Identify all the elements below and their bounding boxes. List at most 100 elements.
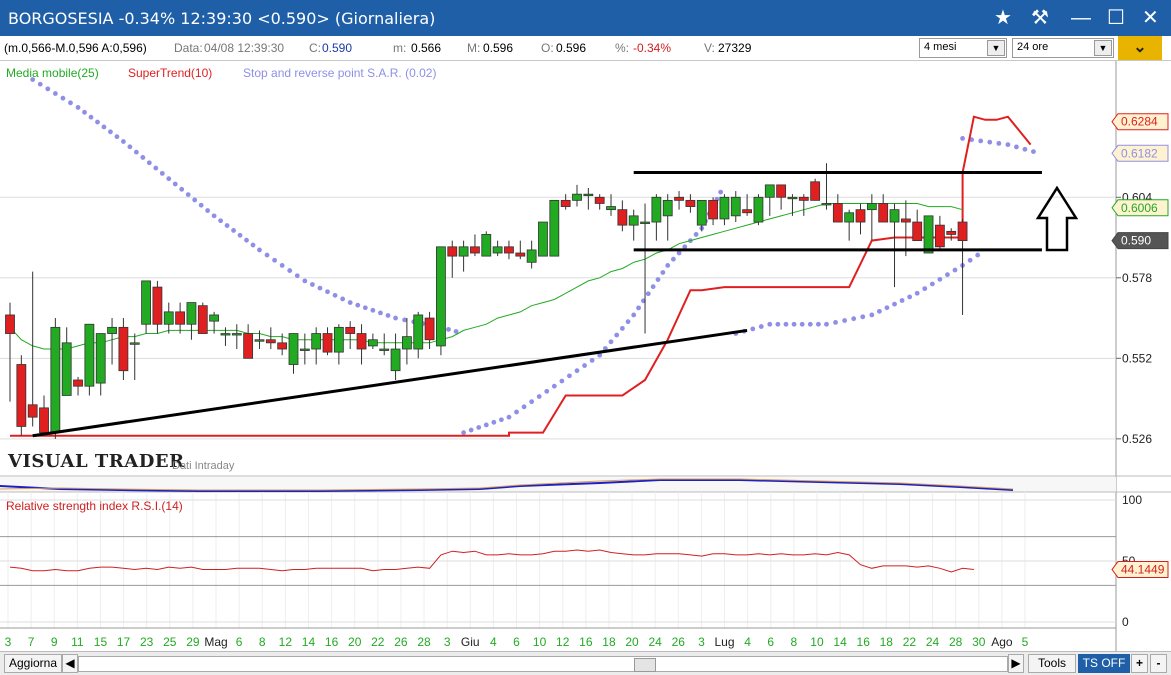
candle-body [84,323,95,387]
candle-body [5,314,15,334]
horizontal-scrollbar[interactable] [78,656,1008,672]
sar-dot [185,192,191,198]
candle-body [470,246,480,254]
sar-dot [877,308,882,314]
price-tick-label: 0.526 [1122,432,1152,446]
sar-dot [645,291,651,297]
sar-dot [491,419,497,425]
sar-dot [231,228,236,233]
candle-body [764,184,775,198]
sar-dot [807,321,813,327]
sar-dot [279,263,285,268]
candle-body [628,215,639,226]
x-tick-label: 16 [857,635,871,649]
x-tick-label: 17 [117,635,131,649]
x-tick-label: 26 [672,635,686,649]
sar-dot [899,298,905,303]
sar-dot [257,247,262,253]
price-badge-label: 0.6006 [1121,201,1158,215]
sar-dot [815,321,821,327]
sar-dot [218,218,224,224]
visual-trader-logo: VISUAL TRADER [8,451,185,472]
sar-dot [718,189,724,195]
aggiorna-button[interactable]: Aggiorna [4,654,62,673]
candle [197,302,208,334]
sar-dot [244,237,249,243]
sar-dot [799,321,805,327]
x-tick-label: 6 [513,635,520,649]
scrollbar-thumb[interactable] [634,658,656,672]
sar-dot [975,252,981,258]
candle-body [810,181,821,201]
x-tick-label: 6 [767,635,774,649]
x-tick-label: 11 [71,635,84,649]
sar-dot [393,315,398,321]
sar-dot [385,313,391,318]
scroll-left-button[interactable]: ◀ [62,654,78,673]
zoom-in-button[interactable]: + [1131,654,1148,673]
sar-dot [211,213,217,219]
candle-body [821,203,832,206]
candle-body [889,209,900,223]
candle-body [685,199,696,207]
sar-dot [108,129,113,135]
sar-dot [60,95,66,101]
x-tick-label: 29 [186,635,200,649]
rsi-label: Relative strength index R.S.I.(14) [6,499,183,513]
candle-body [651,196,662,223]
rsi-badge-label: 44.1449 [1121,563,1165,577]
legend-sar: Stop and reverse point S.A.R. (0.02) [243,66,437,80]
x-tick-label: Giu [461,635,480,649]
sar-dot [402,317,408,323]
x-tick-label: 24 [926,635,940,649]
sar-dot [476,425,482,430]
candle-body [356,333,367,350]
sar-dot [937,276,943,282]
x-tick-label: Lug [715,635,735,649]
sar-dot [1031,149,1036,154]
candle-body [538,221,548,257]
scroll-right-button[interactable]: ▶ [1008,654,1024,673]
x-tick-label: 3 [5,635,12,649]
candle-body [277,342,288,350]
candle-body [719,196,730,220]
sar-dot [582,363,587,368]
sar-dot [884,305,890,311]
candle-body [243,333,254,359]
x-tick-label: 3 [444,635,451,649]
sar-dot [287,268,293,273]
candle-body [141,280,151,325]
candle [549,199,560,257]
sar-dot [294,273,300,279]
sar-dot [45,86,51,92]
sar-dot [791,321,797,327]
zoom-out-button[interactable]: - [1150,654,1167,673]
sar-dot [952,267,958,273]
price-chart[interactable]: 0.6040.5780.5520.526 0.62840.61820.60060… [0,0,1171,651]
candle-body [730,196,741,217]
ts-off-button[interactable]: TS OFF [1078,654,1130,673]
sar-dot [121,139,126,144]
x-tick-label: 18 [880,635,894,649]
candle-body [436,246,446,347]
sar-dot [250,242,256,248]
sar-dot [693,232,699,237]
sar-dot [559,378,565,384]
x-tick-label: Ago [991,635,1013,649]
x-tick-label: 26 [394,635,408,649]
x-tick-label: 10 [810,635,824,649]
x-tick-label: 30 [972,635,986,649]
candle-body [39,407,49,434]
candle-body [855,209,866,223]
candle-body [345,326,356,334]
sar-dot [544,388,550,394]
price-badge-label: 0.590 [1121,234,1151,248]
candle [923,215,934,254]
candle-body [333,326,344,353]
sar-dot [514,409,519,415]
x-tick-label: 25 [163,635,177,649]
candle-body [61,342,72,396]
tools-button[interactable]: Tools [1028,654,1076,673]
candle [118,318,129,380]
sar-dot [179,186,185,192]
